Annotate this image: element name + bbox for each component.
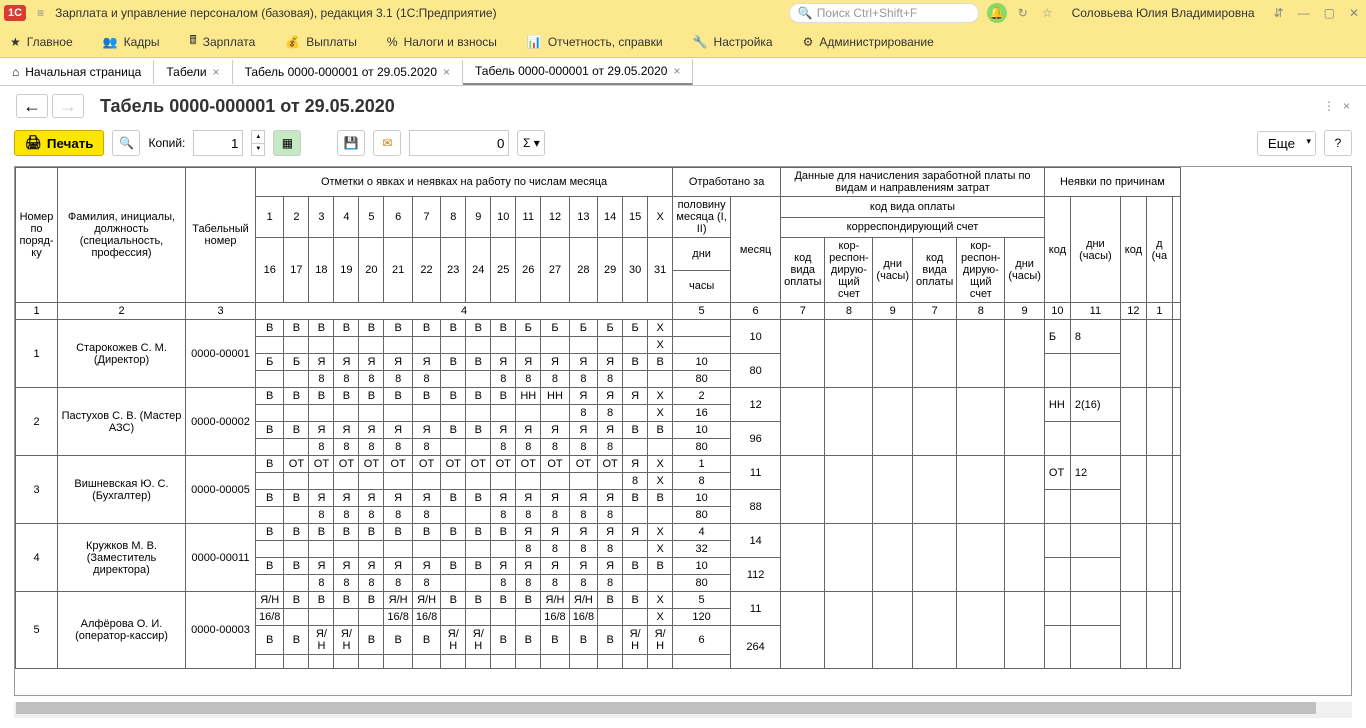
menu-home[interactable]: ★Главное <box>10 35 73 49</box>
close-icon[interactable]: × <box>673 64 680 78</box>
scrollbar-h[interactable] <box>14 702 1352 718</box>
search-input[interactable]: 🔍 Поиск Ctrl+Shift+F <box>789 3 979 23</box>
filter-icon[interactable]: ⇵ <box>1271 6 1287 20</box>
tab-2[interactable]: Табель 0000-000001 от 29.05.2020× <box>233 60 463 84</box>
bell-icon[interactable]: 🔔 <box>987 3 1007 23</box>
select-button[interactable]: ▦ <box>273 130 301 156</box>
history-icon[interactable]: ↻ <box>1015 6 1031 20</box>
page-title: Табель 0000-000001 от 29.05.2020 <box>100 96 395 117</box>
menu-admin[interactable]: ⚙Администрирование <box>803 35 934 49</box>
nav-back[interactable]: ← <box>16 94 48 118</box>
more-actions-icon[interactable]: ⋮ <box>1323 99 1335 113</box>
app-title: Зарплата и управление персоналом (базова… <box>55 6 497 20</box>
menu-personnel[interactable]: 👥Кадры <box>103 35 160 49</box>
sum-button[interactable]: Σ ▾ <box>517 130 545 156</box>
nav-forward[interactable]: → <box>52 94 84 118</box>
search-icon: 🔍 <box>798 6 813 20</box>
preview-button[interactable]: 🔍 <box>112 130 140 156</box>
maximize-icon[interactable]: ▢ <box>1321 6 1338 20</box>
menu-salary[interactable]: 🖩Зарплата <box>190 31 256 52</box>
tab-1[interactable]: Табели× <box>154 60 232 84</box>
menu-settings[interactable]: 🔧Настройка <box>693 35 773 49</box>
close-icon[interactable]: ✕ <box>1346 6 1362 20</box>
tab-home[interactable]: ⌂Начальная страница <box>0 60 154 84</box>
tab-3[interactable]: Табель 0000-000001 от 29.05.2020× <box>463 59 693 85</box>
print-button[interactable]: 🖨Печать <box>14 130 104 156</box>
menu-taxes[interactable]: %Налоги и взносы <box>387 35 497 49</box>
more-button[interactable]: Еще <box>1257 131 1316 156</box>
help-button[interactable]: ? <box>1324 130 1352 156</box>
close-icon[interactable]: × <box>213 65 220 79</box>
save-button[interactable]: 💾 <box>337 130 365 156</box>
main-menu: ★Главное 👥Кадры 🖩Зарплата 💰Выплаты %Нало… <box>0 26 1366 58</box>
copies-spinner[interactable]: ▲▼ <box>251 130 265 156</box>
sheet-container[interactable]: Номер по поряд-куФамилия, инициалы, долж… <box>14 166 1352 696</box>
menu-reports[interactable]: 📊Отчетность, справки <box>527 35 663 49</box>
close-icon[interactable]: × <box>443 65 450 79</box>
menu-icon[interactable]: ≡ <box>34 6 47 20</box>
copies-label: Копий: <box>148 136 185 150</box>
minimize-icon[interactable]: — <box>1295 6 1313 20</box>
logo-1c: 1C <box>4 5 26 21</box>
star-icon[interactable]: ☆ <box>1039 6 1056 20</box>
sum-input[interactable] <box>409 130 509 156</box>
user-name: Соловьева Юлия Владимировна <box>1072 6 1255 20</box>
menu-payments[interactable]: 💰Выплаты <box>285 35 357 49</box>
close-page-icon[interactable]: × <box>1343 99 1350 113</box>
email-button[interactable]: ✉ <box>373 130 401 156</box>
copies-input[interactable] <box>193 130 243 156</box>
